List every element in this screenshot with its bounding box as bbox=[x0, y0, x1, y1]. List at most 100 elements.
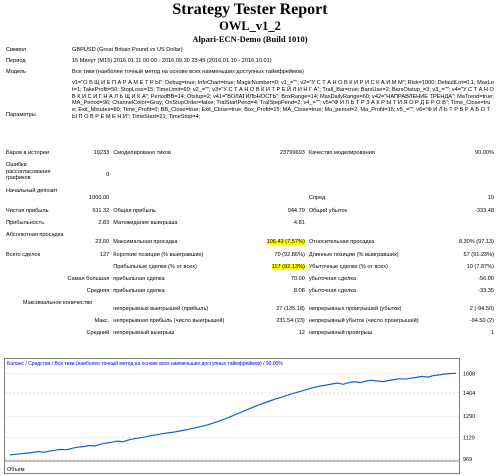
average-profit-label: прибыльная сделка bbox=[113, 288, 165, 294]
pf-label: Прибыльность bbox=[6, 220, 45, 226]
bars-row: Баров в истории 19233 Смоделировано тико… bbox=[4, 150, 496, 162]
period-label: Период bbox=[6, 58, 26, 64]
average-row: Средняя прибыльная сделка 8.08 убыточная… bbox=[4, 288, 496, 300]
period-row: Период 15 Минут (M15) 2016.01.11 00:00 -… bbox=[4, 58, 496, 69]
quality-value: 90.00% bbox=[475, 150, 494, 156]
gross-profit-label: Общая прибыль bbox=[113, 208, 156, 214]
net-label: Чистая прибыль bbox=[6, 208, 49, 214]
max-cons-loss-label: непрерывный убыток (число проигрышей) bbox=[308, 318, 419, 324]
y-tick-label: 1129 bbox=[463, 436, 475, 442]
long-label: Длинные позиции (% выигравших) bbox=[308, 252, 399, 258]
max-label: Макс. bbox=[94, 318, 110, 324]
short-value: 70 (92.86%) bbox=[274, 252, 305, 258]
max-cons-losses-value: 2 (-94.50) bbox=[469, 305, 494, 312]
drawdown-row: Абсолютная просадка 23.60 Максимальная п… bbox=[4, 232, 496, 252]
max-count-label: Максимальное количество bbox=[22, 300, 93, 306]
prof-trades-label: Прибыльные сделки (% от всех) bbox=[113, 264, 197, 270]
long-value: 57 (91.23%) bbox=[463, 252, 494, 258]
profit-trades-row: Прибыльные сделки (% от всех) 117 (92.13… bbox=[4, 264, 496, 276]
spread-value: 10 bbox=[487, 194, 494, 201]
report-table: Символ GBPUSD (Great Britain Pound vs US… bbox=[4, 47, 496, 342]
server-name: Alpari-ECN-Demo (Build 1010) bbox=[192, 34, 308, 44]
net-value: 611.32 bbox=[92, 208, 110, 214]
exp-label: Матожидание выигрыша bbox=[113, 220, 178, 226]
avg-label: Средний bbox=[86, 330, 110, 336]
quality-label: Качество моделирования bbox=[308, 150, 375, 156]
max-cons-profit-label: непрерывная прибыль (число выигрышей) bbox=[113, 318, 225, 324]
y-tick-label: 1290 bbox=[463, 414, 475, 420]
largest-loss-value: -56.00 bbox=[478, 276, 494, 282]
spread-label: Спред bbox=[308, 194, 326, 201]
rel-dd-label: Относительная просадка bbox=[308, 238, 375, 245]
errors-label: Ошибки рассогласования графиков bbox=[6, 162, 51, 182]
y-tick-label: 1608 bbox=[463, 372, 475, 378]
max-cons-losses-label: непрерывных проигрышей (убыток) bbox=[308, 305, 402, 312]
max-count-row: Максимальное количество непрерывных выиг… bbox=[4, 300, 496, 318]
max-cons-wins-label: непрерывных выигрышей (прибыль) bbox=[113, 305, 209, 312]
model-label: Модель bbox=[6, 69, 27, 75]
trades-row: Всего сделок 127 Короткие позиции (% выи… bbox=[4, 252, 496, 264]
abs-dd-label: Абсолютная просадка bbox=[6, 232, 64, 238]
deposit-label: Начальный депозит bbox=[6, 188, 58, 194]
symbol-label: Символ bbox=[6, 47, 27, 53]
bars-label: Баров в истории bbox=[6, 150, 49, 156]
params-label: Параметры bbox=[6, 111, 36, 118]
balance-chart: Баланс / Средства / Все тики (наиболее т… bbox=[4, 358, 475, 474]
avg-row: Средний непрерывный выигрыш 12 непрерывн… bbox=[4, 330, 496, 342]
total-value: 127 bbox=[99, 252, 110, 258]
max-cons-profit-value: 231.54 (23) bbox=[276, 318, 305, 324]
largest-profit-value: 70.00 bbox=[290, 276, 305, 282]
abs-dd-value: 23.60 bbox=[95, 238, 110, 245]
avg-losses-value: 1 bbox=[490, 330, 494, 336]
average-loss-label: убыточная сделка bbox=[308, 288, 357, 294]
max-row: Макс. непрерывная прибыль (число выигрыш… bbox=[4, 318, 496, 330]
params-value: v1="О Б Щ И Е П А Р А М Е Т Р Ы"; Debug=… bbox=[72, 80, 494, 120]
avg-wins-value: 12 bbox=[298, 330, 305, 336]
average-loss-value: -33.35 bbox=[478, 288, 494, 294]
short-label: Короткие позиции (% выигравших) bbox=[113, 252, 204, 258]
largest-label: Самая большая bbox=[67, 276, 110, 282]
params-row: Параметры v1="О Б Щ И Е П А Р А М Е Т Р … bbox=[4, 80, 496, 150]
volume-label: Объем bbox=[7, 467, 25, 473]
report-title: Strategy Tester Report bbox=[172, 1, 328, 18]
model-row: Модель Все тики (наиболее точный метод н… bbox=[4, 69, 496, 80]
bars-value: 19233 bbox=[93, 150, 110, 156]
max-cons-wins-value: 27 (135.18) bbox=[276, 305, 305, 312]
exp-value: 4.81 bbox=[293, 220, 305, 226]
period-value: 15 Минут (M15) 2016.01.11 00:00 - 2016.0… bbox=[72, 58, 272, 64]
errors-row: Ошибки рассогласования графиков 0 bbox=[4, 162, 496, 188]
avg-losses-label: непрерывный проигрыш bbox=[308, 330, 373, 336]
pf-value: 2.83 bbox=[98, 220, 110, 226]
prof-trades-value: 117 (92.13%) bbox=[271, 264, 305, 270]
max-cons-loss-value: -94.50 (2) bbox=[469, 318, 494, 324]
gross-loss-value: -333.48 bbox=[475, 208, 494, 214]
gross-loss-label: Общий убыток bbox=[308, 208, 347, 214]
y-tick-label: 1464 bbox=[463, 391, 475, 397]
max-dd-label: Максимальная просадка bbox=[113, 238, 178, 245]
ticks-value: 23799693 bbox=[279, 150, 305, 156]
symbol-value: GBPUSD (Great Britain Pound vs US Dollar… bbox=[72, 47, 183, 53]
chart-header: Баланс / Средства / Все тики (наиболее т… bbox=[7, 360, 283, 367]
largest-profit-label: прибыльная сделка bbox=[113, 276, 165, 282]
model-value: Все тики (наиболее точный метод на основ… bbox=[72, 69, 304, 75]
symbol-row: Символ GBPUSD (Great Britain Pound vs US… bbox=[4, 47, 496, 58]
largest-row: Самая большая прибыльная сделка 70.00 уб… bbox=[4, 276, 496, 288]
max-dd-value: 106.43 (7.57%) bbox=[266, 238, 305, 245]
expert-name: OWL_v1_2 bbox=[219, 19, 281, 33]
average-label: Средняя bbox=[86, 288, 110, 294]
loss-trades-value: 10 (7.87%) bbox=[466, 264, 494, 270]
net-row: Чистая прибыль 611.32 Общая прибыль 944.… bbox=[4, 208, 496, 220]
deposit-value: 1000.00 bbox=[89, 194, 110, 201]
rel-dd-value: 8.30% (97.13) bbox=[458, 238, 494, 245]
y-axis: 1608 1464 1290 1129 969 bbox=[463, 372, 475, 463]
ticks-label: Смоделировано тиков bbox=[113, 150, 171, 156]
loss-trades-label: Убыточные сделки (% от всех) bbox=[308, 264, 388, 270]
gross-profit-value: 944.79 bbox=[287, 208, 305, 214]
y-tick-label: 969 bbox=[463, 457, 472, 463]
total-label: Всего сделок bbox=[6, 252, 41, 258]
avg-wins-label: непрерывный выигрыш bbox=[113, 330, 175, 336]
deposit-row: Начальный депозит 1000.00 Спред 10 bbox=[4, 188, 496, 208]
average-profit-value: 8.08 bbox=[293, 288, 305, 294]
errors-value: 0 bbox=[106, 171, 110, 178]
largest-loss-label: убыточная сделка bbox=[308, 276, 357, 282]
